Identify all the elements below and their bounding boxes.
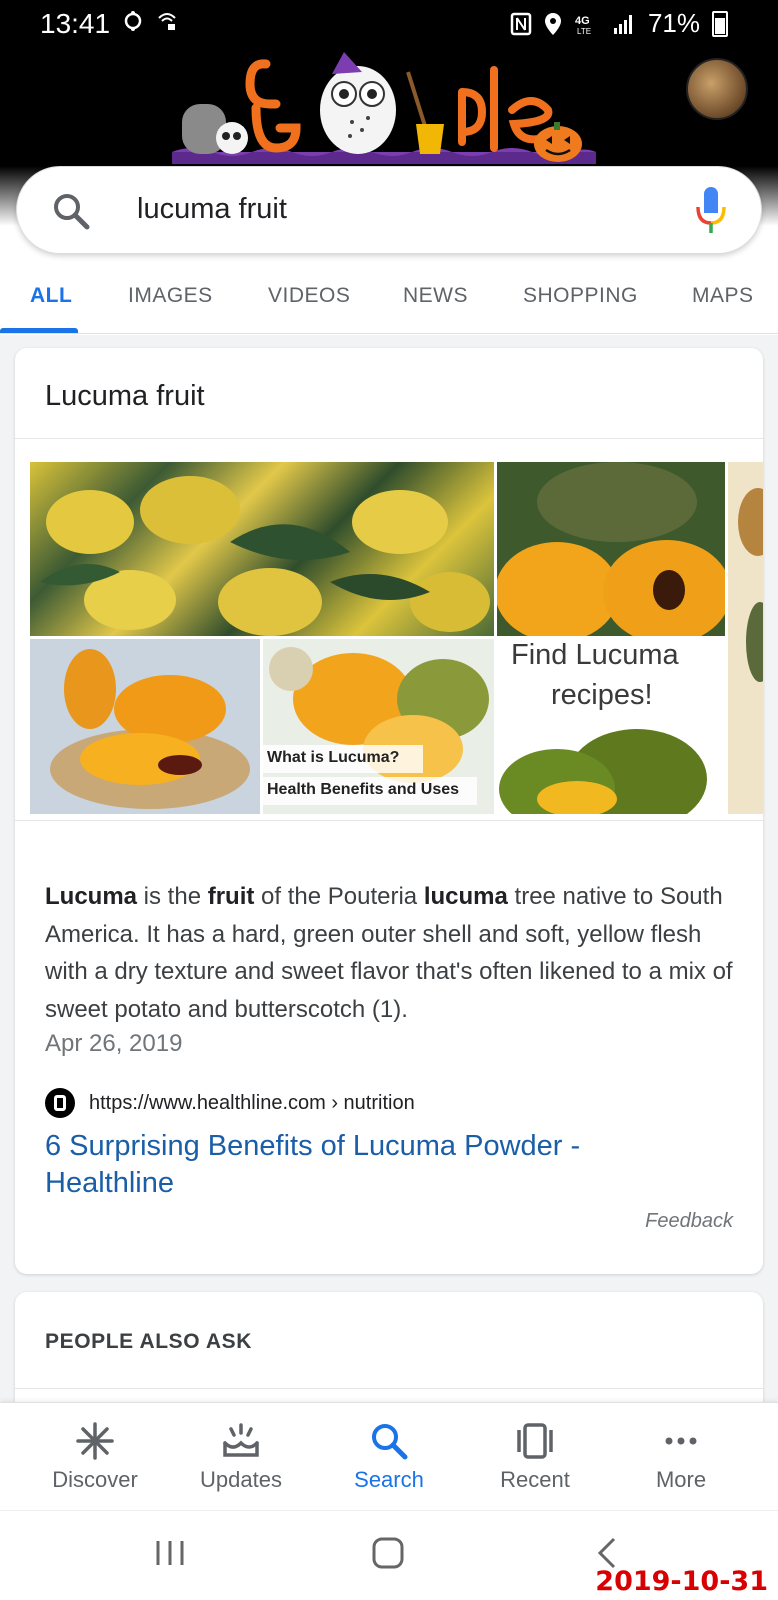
published-date: Apr 26, 2019 bbox=[45, 1030, 183, 1057]
nav-more[interactable]: More bbox=[608, 1421, 754, 1493]
lucuma-plate-art bbox=[50, 649, 250, 809]
lucuma-pile-image[interactable] bbox=[30, 462, 494, 636]
location-icon bbox=[544, 12, 561, 35]
lucuma-halves-image[interactable] bbox=[497, 462, 725, 636]
nav-updates-label: Updates bbox=[200, 1467, 282, 1492]
tab-news[interactable]: NEWS bbox=[403, 284, 468, 308]
google-halloween-doodle[interactable] bbox=[172, 52, 604, 164]
search-icon[interactable] bbox=[49, 189, 93, 233]
tab-maps[interactable]: MAPS bbox=[692, 284, 754, 308]
home-icon[interactable] bbox=[370, 1535, 406, 1571]
lucuma-health-image[interactable]: What is Lucuma? Health Benefits and Uses bbox=[263, 639, 494, 814]
tab-images[interactable]: IMAGES bbox=[128, 284, 213, 308]
svg-text:4G: 4G bbox=[575, 15, 590, 27]
wifi-call-icon bbox=[158, 13, 176, 30]
nav-more-label: More bbox=[655, 1467, 707, 1492]
healthline-favicon-icon bbox=[45, 1088, 75, 1118]
source-url[interactable]: https://www.healthline.com › nutrition bbox=[89, 1092, 415, 1115]
lucuma-plate-image[interactable] bbox=[30, 639, 260, 814]
account-avatar[interactable] bbox=[686, 58, 748, 120]
tab-videos[interactable]: VIDEOS bbox=[268, 284, 350, 308]
feedback-link[interactable]: Feedback bbox=[645, 1210, 733, 1233]
card-title[interactable]: Lucuma fruit bbox=[45, 380, 205, 413]
header bbox=[0, 46, 778, 166]
description-text: Lucuma is the fruit of the Pouteria lucu… bbox=[45, 878, 735, 1028]
nfc-icon bbox=[510, 12, 532, 35]
health-overlay-title: What is Lucuma? bbox=[267, 749, 400, 766]
updates-icon bbox=[223, 1423, 259, 1457]
recipes-overlay-subtitle: recipes! bbox=[551, 679, 653, 711]
recent-apps-icon[interactable] bbox=[152, 1535, 188, 1571]
search-input[interactable]: lucuma fruit bbox=[137, 193, 287, 226]
image-grid: What is Lucuma? Health Benefits and Uses… bbox=[30, 462, 763, 818]
status-time: 13:41 bbox=[40, 8, 111, 39]
svg-text:LTE: LTE bbox=[577, 27, 591, 36]
card-divider bbox=[15, 438, 763, 439]
status-bar: 13:41 4G LTE 71% bbox=[0, 0, 778, 46]
microphone-icon[interactable] bbox=[693, 185, 729, 235]
result-link[interactable]: 6 Surprising Benefits of Lucuma Powder -… bbox=[45, 1128, 665, 1202]
desc-text: of the Pouteria bbox=[254, 883, 424, 910]
tab-all[interactable]: ALL bbox=[30, 284, 72, 308]
sync-icon bbox=[124, 11, 142, 31]
status-left-icons bbox=[122, 10, 178, 32]
search-bar[interactable]: lucuma fruit bbox=[16, 166, 762, 254]
battery-percent: 71% bbox=[647, 8, 700, 38]
asterisk-icon bbox=[76, 1422, 114, 1460]
source-row[interactable]: https://www.healthline.com › nutrition bbox=[45, 1088, 415, 1118]
desc-term-lucuma: Lucuma bbox=[45, 883, 138, 910]
lucuma-pile-art bbox=[40, 476, 490, 636]
nav-discover-label: Discover bbox=[52, 1467, 138, 1492]
lucuma-illustration-art bbox=[738, 488, 763, 682]
lucuma-halves-art bbox=[497, 462, 725, 636]
recipes-overlay-title: Find Lucuma bbox=[511, 639, 679, 671]
desc-term-lucuma-2: lucuma bbox=[423, 883, 508, 910]
health-overlay-subtitle: Health Benefits and Uses bbox=[267, 781, 460, 798]
card-divider bbox=[15, 1388, 763, 1389]
search-tabs: ALL IMAGES VIDEOS NEWS SHOPPING MAPS bbox=[0, 268, 778, 334]
nav-search[interactable]: Search bbox=[316, 1421, 462, 1493]
recent-icon bbox=[517, 1423, 553, 1459]
desc-text: is the bbox=[137, 883, 208, 910]
lucuma-recipes-image[interactable]: Find Lucuma recipes! bbox=[497, 639, 725, 814]
lte-icon: 4GLTE bbox=[575, 15, 591, 36]
more-icon bbox=[665, 1437, 697, 1445]
nav-recent[interactable]: Recent bbox=[462, 1421, 608, 1493]
status-right-icons: 4G LTE 71% bbox=[510, 8, 728, 39]
desc-term-fruit: fruit bbox=[207, 883, 255, 910]
nav-discover[interactable]: Discover bbox=[22, 1421, 168, 1493]
battery-icon bbox=[712, 10, 728, 37]
lucuma-illustration-image[interactable] bbox=[728, 462, 763, 814]
nav-updates[interactable]: Updates bbox=[168, 1421, 314, 1493]
nav-recent-label: Recent bbox=[500, 1467, 570, 1492]
card-divider bbox=[15, 820, 763, 821]
knowledge-card: Lucuma fruit What is Lucuma? Health Bene… bbox=[15, 348, 763, 1274]
date-stamp: 2019-10-31 bbox=[595, 1566, 768, 1597]
signal-icon bbox=[613, 14, 632, 34]
bottom-navigation: Discover Updates Search Recent More bbox=[0, 1402, 778, 1510]
people-also-ask-title: PEOPLE ALSO ASK bbox=[45, 1330, 252, 1353]
search-icon bbox=[372, 1424, 408, 1460]
tab-shopping[interactable]: SHOPPING bbox=[523, 284, 638, 308]
active-tab-indicator bbox=[0, 328, 78, 333]
nav-search-label: Search bbox=[354, 1467, 424, 1492]
